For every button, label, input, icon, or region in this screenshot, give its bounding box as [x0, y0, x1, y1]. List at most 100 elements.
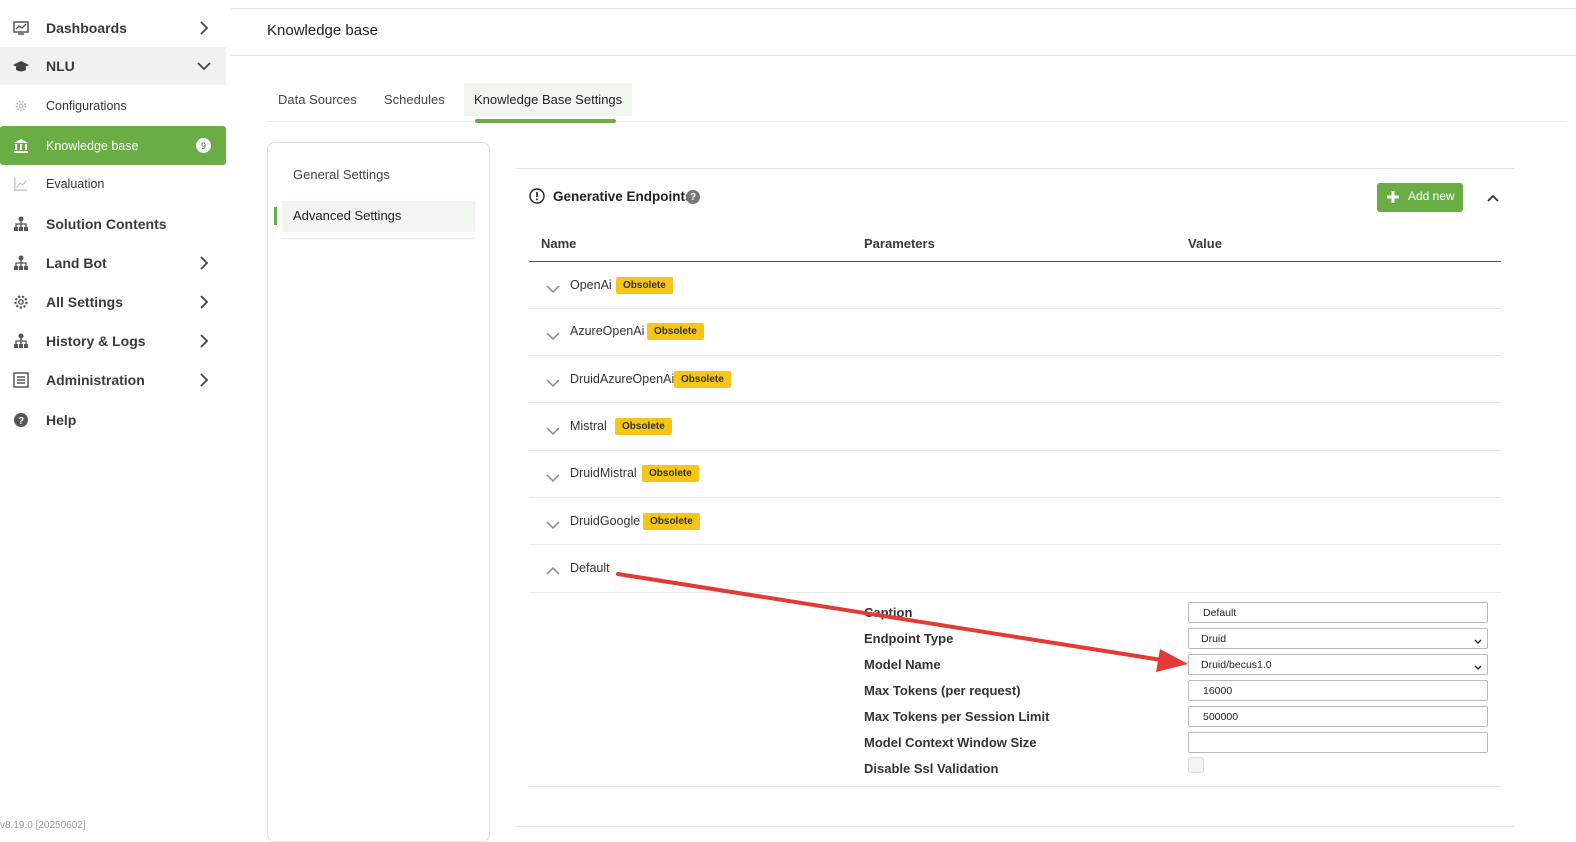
chevron-right-icon: [196, 333, 212, 349]
bank-icon: [13, 138, 29, 154]
sidebar-item-history-logs[interactable]: History & Logs: [0, 322, 226, 360]
sidebar-item-dashboards[interactable]: Dashboards: [0, 9, 226, 47]
table-row[interactable]: DruidAzureOpenAi Obsolete: [529, 356, 1501, 403]
svg-text:?: ?: [18, 416, 24, 427]
chevron-right-icon: [196, 372, 212, 388]
endpoint-name: DruidAzureOpenAi: [570, 372, 675, 386]
version-label: v8.19.0 [20250602]: [0, 820, 86, 831]
settings-nav-divider: [282, 238, 475, 239]
params-divider: [529, 786, 1501, 787]
tab-schedules[interactable]: Schedules: [374, 83, 455, 116]
chevron-down-icon[interactable]: [546, 328, 560, 341]
endpoint-type-value: Druid: [1201, 632, 1227, 645]
settings-nav-active-indicator: [274, 207, 277, 225]
endpoint-name: DruidMistral: [570, 466, 637, 480]
gear-icon: [13, 98, 29, 114]
sidebar-item-configurations[interactable]: Configurations: [0, 87, 226, 125]
sidebar-item-nlu[interactable]: NLU: [0, 47, 226, 85]
sidebar-item-label: Configurations: [46, 99, 127, 113]
top-divider: [231, 8, 1576, 9]
tab-data-sources[interactable]: Data Sources: [268, 83, 367, 116]
sidebar-item-label: Land Bot: [46, 255, 107, 271]
chevron-down-icon[interactable]: [546, 470, 560, 483]
chevron-down-icon[interactable]: [546, 517, 560, 530]
table-row[interactable]: OpenAi Obsolete: [529, 262, 1501, 309]
section-title: Generative Endpoints: [553, 189, 693, 204]
plus-icon: [1387, 191, 1399, 203]
list-icon: [13, 372, 29, 388]
sidebar-item-label: History & Logs: [46, 333, 146, 349]
sidebar-item-label: All Settings: [46, 294, 124, 310]
table-row[interactable]: DruidMistral Obsolete: [529, 451, 1501, 498]
model-name-select[interactable]: Druid/becus1.0: [1188, 654, 1488, 675]
chart-icon: [13, 20, 29, 36]
param-label-model-name: Model Name: [864, 657, 941, 672]
sitemap-icon: [13, 333, 29, 349]
column-header-value: Value: [1188, 236, 1222, 251]
param-label-max-tokens: Max Tokens (per request): [864, 683, 1021, 698]
sidebar-item-solution-contents[interactable]: Solution Contents: [0, 205, 226, 243]
content-bottom-divider: [516, 826, 1514, 827]
column-header-parameters: Parameters: [864, 236, 935, 251]
tab-knowledge-base-settings[interactable]: Knowledge Base Settings: [464, 83, 633, 116]
sidebar-item-label: Solution Contents: [46, 216, 167, 232]
settings-nav-panel: General Settings Advanced Settings: [267, 142, 490, 842]
chevron-right-icon: [196, 294, 212, 310]
add-new-label: Add new: [1408, 189, 1455, 203]
active-tab-indicator: [475, 119, 616, 123]
sidebar-item-evaluation[interactable]: Evaluation: [0, 165, 226, 203]
disable-ssl-checkbox[interactable]: [1188, 757, 1204, 773]
chevron-right-icon: [196, 20, 212, 36]
max-tokens-input[interactable]: 16000: [1188, 680, 1488, 701]
sidebar-item-all-settings[interactable]: All Settings: [0, 283, 226, 321]
table-row[interactable]: AzureOpenAi Obsolete: [529, 309, 1501, 356]
obsolete-badge: Obsolete: [674, 371, 731, 388]
endpoint-name: AzureOpenAi: [570, 324, 645, 338]
column-header-name: Name: [541, 236, 577, 251]
endpoint-name: Mistral: [570, 419, 607, 433]
sidebar-item-label: Help: [46, 412, 77, 428]
obsolete-badge: Obsolete: [643, 513, 700, 530]
param-label-disable-ssl: Disable Ssl Validation: [864, 761, 999, 776]
sitemap-icon: [13, 216, 29, 232]
context-window-input[interactable]: [1188, 732, 1488, 753]
help-icon[interactable]: ?: [686, 190, 700, 204]
sidebar-item-label: Knowledge base: [46, 138, 139, 153]
count-badge: 9: [196, 138, 211, 153]
add-new-button[interactable]: Add new: [1377, 183, 1463, 212]
sidebar-item-label: Evaluation: [46, 177, 105, 191]
param-label-max-tokens-session: Max Tokens per Session Limit: [864, 709, 1050, 724]
obsolete-badge: Obsolete: [642, 465, 699, 482]
header-divider: [231, 55, 1576, 56]
chevron-down-icon[interactable]: [546, 375, 560, 388]
endpoint-name: Default: [570, 561, 610, 575]
graduation-cap-icon: [13, 58, 29, 74]
content-top-divider: [516, 168, 1514, 169]
table-row-expanded[interactable]: Default: [529, 546, 1501, 593]
chevron-down-icon[interactable]: [546, 281, 560, 294]
endpoint-type-select[interactable]: Druid: [1188, 628, 1488, 649]
chevron-down-icon: [196, 58, 212, 74]
gear-icon: [13, 294, 29, 310]
param-label-endpoint-type: Endpoint Type: [864, 631, 954, 646]
sidebar-item-land-bot[interactable]: Land Bot: [0, 244, 226, 282]
chevron-down-icon[interactable]: [546, 423, 560, 436]
max-tokens-session-input[interactable]: 500000: [1188, 706, 1488, 727]
sidebar-item-administration[interactable]: Administration: [0, 361, 226, 399]
sidebar-item-help[interactable]: ? Help: [0, 401, 226, 439]
settings-nav-general[interactable]: General Settings: [293, 167, 390, 182]
endpoint-name: OpenAi: [570, 278, 612, 292]
settings-nav-advanced[interactable]: Advanced Settings: [293, 208, 401, 223]
chevron-up-icon[interactable]: [1486, 191, 1500, 205]
sidebar-item-knowledge-base[interactable]: Knowledge base 9: [0, 126, 226, 165]
chart-line-icon: [13, 176, 29, 192]
chevron-up-icon[interactable]: [546, 563, 560, 575]
sidebar: Dashboards NLU Configurations Knowledge …: [0, 0, 230, 832]
caption-input[interactable]: Default: [1188, 602, 1488, 623]
endpoint-name: DruidGoogle: [570, 514, 641, 528]
param-label-context-window: Model Context Window Size: [864, 735, 1037, 750]
table-row[interactable]: Mistral Obsolete: [529, 404, 1501, 451]
table-row[interactable]: DruidGoogle Obsolete: [529, 498, 1501, 545]
sidebar-item-label: Administration: [46, 372, 145, 388]
model-name-value: Druid/becus1.0: [1201, 658, 1272, 671]
